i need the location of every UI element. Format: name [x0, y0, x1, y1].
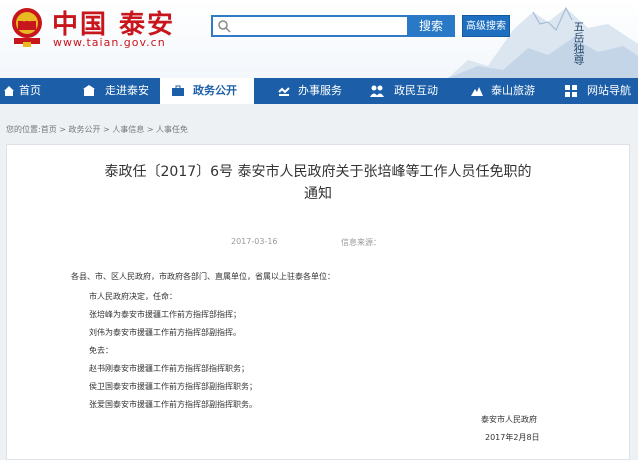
nav-item-home[interactable]: 首页 — [0, 78, 70, 104]
main-nav: 首页 走进泰安 政务公开 办事服务 政民互动 泰山旅游 网站导航 — [0, 78, 638, 104]
article-title-line1: 泰政任〔2017〕6号 泰安市人民政府关于张培峰等工作人员任免职的 — [104, 164, 532, 180]
search-icon — [218, 20, 231, 33]
article-paragraph: 侯卫国泰安市援疆工作前方指挥部副指挥职务； — [89, 382, 257, 391]
search-box — [211, 15, 409, 37]
article-source: 信息来源： — [341, 238, 381, 247]
national-emblem-icon — [12, 8, 42, 47]
article-title: 泰政任〔2017〕6号 泰安市人民政府关于张培峰等工作人员任免职的 通知 — [7, 161, 629, 205]
nav-item-tourism[interactable]: 泰山旅游 — [471, 78, 546, 104]
signature-date: 2017年2月8日 — [485, 433, 540, 442]
advanced-search-button[interactable]: 高级搜索 — [462, 15, 510, 37]
article-date: 2017-03-16 — [231, 237, 278, 246]
nav-item-about[interactable]: 走进泰安 — [83, 78, 158, 104]
signature: 泰安市人民政府 — [481, 415, 537, 424]
nav-item-label: 政民互动 — [394, 84, 438, 97]
nav-item-label: 泰山旅游 — [491, 84, 535, 97]
site-header: 中国 泰安 www.taian.gov.cn 搜索 高级搜索 五岳独尊 — [0, 0, 638, 78]
nav-item-sitemap[interactable]: 网站导航 — [565, 78, 638, 104]
nav-item-label: 走进泰安 — [105, 84, 149, 97]
briefcase-icon — [172, 85, 184, 96]
article-panel: 泰政任〔2017〕6号 泰安市人民政府关于张培峰等工作人员任免职的 通知 201… — [6, 144, 630, 460]
nav-item-label: 首页 — [19, 84, 41, 97]
service-icon — [278, 87, 290, 96]
article-paragraph: 免去： — [89, 346, 113, 355]
search-input[interactable] — [235, 17, 403, 35]
article-paragraph: 刘伟为泰安市援疆工作前方指挥部副指挥。 — [89, 328, 241, 337]
breadcrumb[interactable]: 您的位置:首页 > 政务公开 > 人事信息 > 人事任免 — [6, 124, 188, 135]
nav-item-label: 网站导航 — [587, 84, 631, 97]
article-paragraph: 各县、市、区人民政府，市政府各部门、直属单位，省属以上驻泰各单位： — [71, 272, 335, 281]
article-title-line2: 通知 — [304, 186, 332, 202]
nav-item-label: 办事服务 — [298, 84, 342, 97]
building-icon — [83, 85, 95, 96]
article-paragraph: 张培峰为泰安市援疆工作前方指挥部指挥； — [89, 310, 241, 319]
nav-item-label: 政务公开 — [193, 84, 237, 97]
mountain-banner-image — [448, 6, 638, 78]
site-url: www.taian.gov.cn — [53, 36, 166, 49]
article-paragraph: 张爱国泰安市援疆工作前方指挥部副指挥职务。 — [89, 400, 257, 409]
people-icon — [370, 85, 384, 97]
article-paragraph: 赵书刚泰安市援疆工作前方指挥部指挥职务； — [89, 364, 249, 373]
nav-item-services[interactable]: 办事服务 — [278, 78, 353, 104]
article-paragraph: 市人民政府决定，任命： — [89, 292, 177, 301]
home-icon — [4, 86, 14, 96]
search-button[interactable]: 搜索 — [407, 15, 455, 37]
nav-item-interaction[interactable]: 政民互动 — [370, 78, 445, 104]
grid-icon — [565, 85, 577, 97]
seal-text: 五岳独尊 — [572, 21, 585, 65]
mountain-icon — [471, 87, 483, 96]
nav-item-government[interactable]: 政务公开 — [160, 78, 254, 104]
